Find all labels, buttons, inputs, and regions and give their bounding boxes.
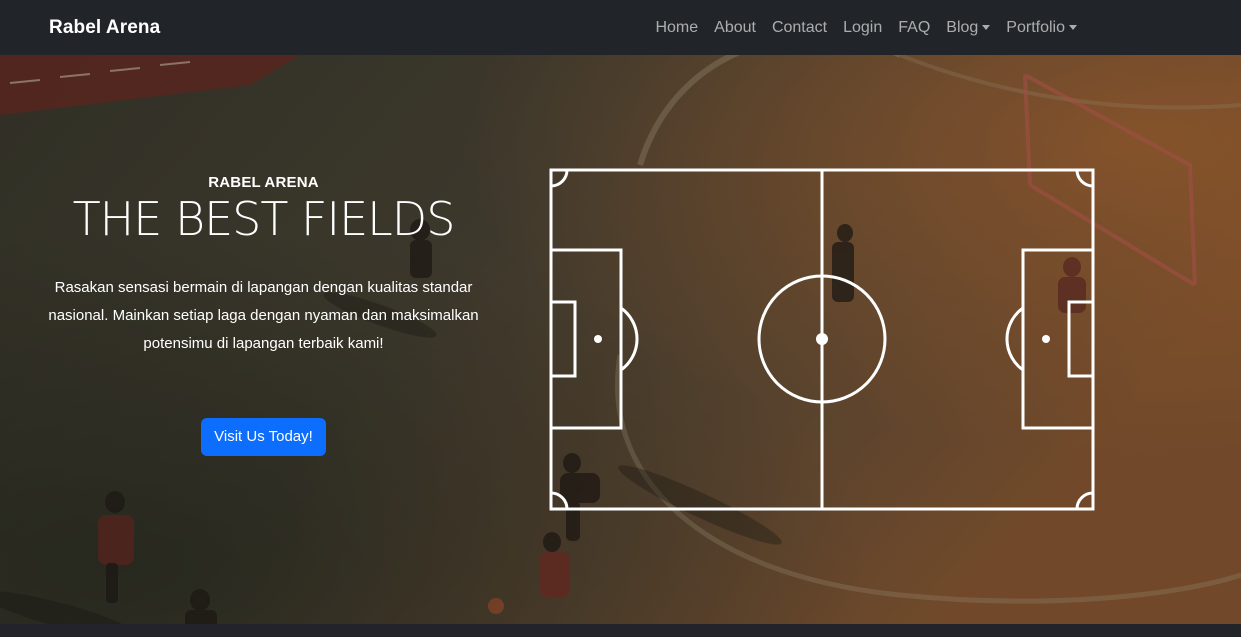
pitch-left-penalty-spot [594,335,602,343]
pitch-right-penalty-area [1021,248,1095,430]
pitch-left-goal-area [549,300,577,378]
hero-headline-text: THE BEST FIELDS [72,192,456,246]
nav-item-faq[interactable]: FAQ [890,0,938,55]
pitch-corner-arc [550,169,569,188]
nav-menu: Home About Contact Login FAQ Blog Portfo… [647,0,1085,55]
pitch-right-arc [1005,306,1024,372]
pitch-corner-arc [1075,169,1094,188]
football-pitch-icon [549,168,1095,511]
pitch-corner-arc [550,491,569,510]
pitch-right-penalty-spot [1042,335,1050,343]
nav-dropdown-blog[interactable]: Blog [938,0,998,55]
hero-lead: Rasakan sensasi bermain di lapangan deng… [48,279,479,352]
nav-item-label: About [714,19,756,36]
pitch-right-goal-area [1067,300,1095,378]
pitch-left-penalty-area [549,248,623,430]
nav-item-about[interactable]: About [706,0,764,55]
nav-item-label: Home [655,19,699,36]
caret-down-icon [1069,25,1077,30]
nav-item-label: FAQ [898,19,931,36]
nav-item-home[interactable]: Home [647,0,706,55]
hero-headline: THE BEST FIELDS [40,194,487,244]
nav-dropdown-portfolio[interactable]: Portfolio [998,0,1085,55]
visit-us-button[interactable]: Visit Us Today! [201,418,326,456]
nav-item-label: Login [843,19,883,36]
nav-item-label: Portfolio [1006,19,1065,36]
nav-item-login[interactable]: Login [835,0,890,55]
pitch-corner-arc [1075,491,1094,510]
nav-item-label: Contact [771,19,828,36]
nav-item-label: Blog [946,19,979,36]
pitch-left-arc [620,306,639,372]
caret-down-icon [982,25,991,30]
brand-logo[interactable]: Rabel Arena [49,0,160,55]
nav-item-contact[interactable]: Contact [764,0,835,55]
pitch-center-spot [816,333,828,345]
navbar: Rabel Arena Home About Contact Login FAQ… [0,0,1241,55]
hero-text-block: RABEL ARENA THE BEST FIELDS Rasakan sens… [40,172,487,456]
hero-eyebrow: RABEL ARENA [208,174,319,191]
footer-strip [0,624,1241,637]
